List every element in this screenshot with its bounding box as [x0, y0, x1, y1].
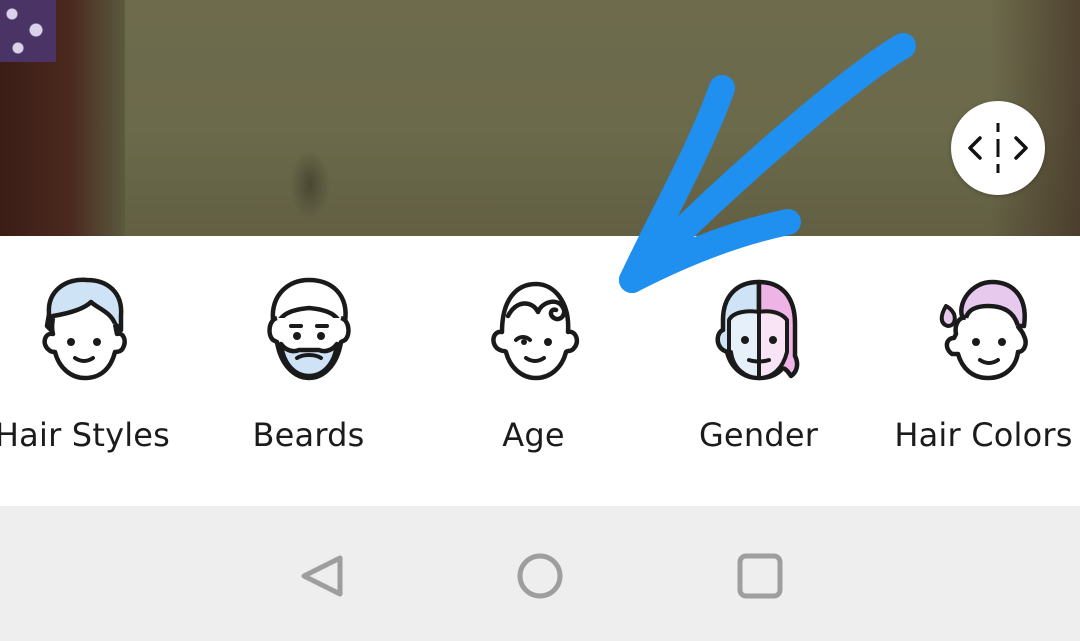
back-triangle-icon[interactable] [292, 546, 352, 606]
system-nav-bar [0, 506, 1080, 641]
home-circle-icon[interactable] [510, 546, 570, 606]
feature-label: Hair Colors [894, 416, 1073, 454]
feature-hair-colors[interactable]: Hair Colors [871, 236, 1080, 506]
feature-label: Gender [698, 416, 819, 454]
feature-beards[interactable]: Beards [196, 236, 421, 506]
gender-icon [715, 279, 799, 381]
feature-label: Age [502, 416, 565, 454]
feature-label: Hair Styles [0, 416, 171, 454]
feature-age[interactable]: Age [421, 236, 646, 506]
photo-fabric-pattern [0, 0, 56, 62]
recents-square-icon[interactable] [730, 546, 790, 606]
beard-icon [266, 277, 351, 381]
feature-gender[interactable]: Gender [646, 236, 871, 506]
photo-shirt-fold [290, 150, 330, 220]
compare-split-icon [968, 123, 1028, 173]
feature-hair-styles[interactable]: Hair Styles [0, 236, 195, 506]
hair-colors-icon [939, 279, 1028, 381]
feature-panel: Hair Styles Beards Age Gender Hair Color… [0, 236, 1080, 506]
hair-styles-icon [41, 277, 127, 381]
compare-button[interactable] [951, 101, 1045, 195]
feature-label: Beards [252, 416, 365, 454]
age-icon [490, 281, 579, 381]
photo-preview [0, 0, 1080, 236]
